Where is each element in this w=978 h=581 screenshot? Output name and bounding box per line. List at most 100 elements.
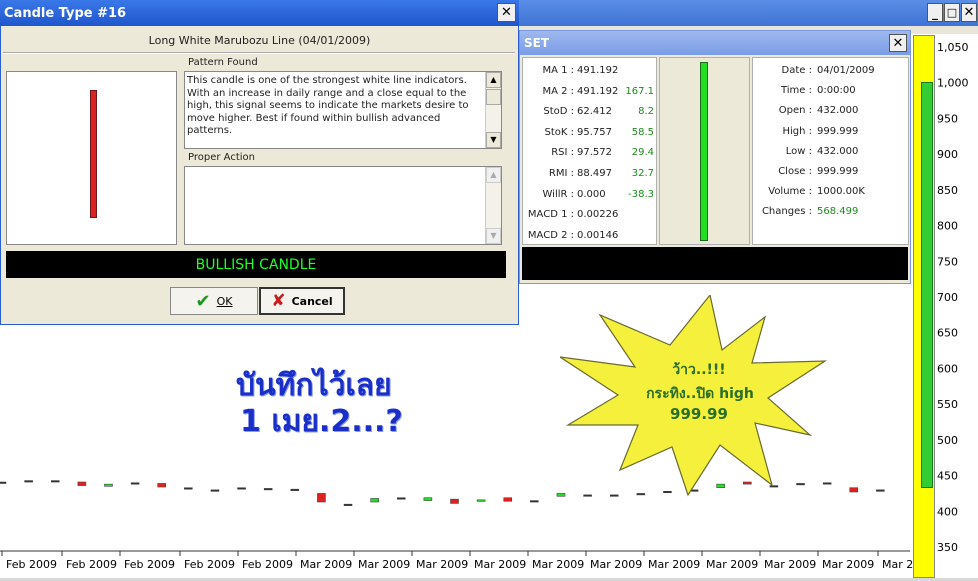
y-tick-label: 750 [937,255,958,268]
candle [157,483,167,488]
quote-label: Low : [785,145,812,157]
pattern-text: This candle is one of the strongest whit… [187,75,469,136]
x-mark-icon: ✘ [271,291,286,311]
indicator-value: 97.572 [577,147,612,159]
quote-value: 04/01/2009 [817,65,875,76]
candle [476,499,486,502]
proper-action-scrollbar[interactable]: ▲ ▼ [485,167,501,244]
indicator-label: StoK : [544,126,575,138]
candle [130,482,140,485]
signal-text: BULLISH CANDLE [195,256,317,273]
indicator-label: StoD : [543,106,574,118]
candle [450,498,459,504]
indicator-label: MA 2 : [542,85,574,97]
quote-value: 999.999 [817,166,859,177]
dialog-title-bar: Candle Type #16 [0,0,519,26]
x-axis-labels: Feb 2009 Feb 2009 Feb 2009 Feb 2009 Feb 2009… [1,551,934,571]
indicator-value: 0.00226 [577,209,619,221]
dialog-separator [3,52,515,54]
y-tick-label: 1,000 [937,77,969,90]
quote-value: 432.000 [817,145,859,157]
quote-value: 999.999 [817,125,859,137]
x-tick-label: Mar 2009 [590,558,642,571]
x-tick-label: Mar 2009 [474,558,526,571]
quote-label: High : [782,125,812,137]
pattern-found-label: Pattern Found [188,57,258,68]
y-tick-label: 700 [937,291,958,304]
scroll-up-arrow[interactable]: ▲ [486,72,501,88]
y-tick-label: 400 [937,505,958,518]
x-tick-label: Mar 2009 [764,558,816,571]
candle [263,488,273,491]
scroll-up-arrow-2[interactable]: ▲ [486,167,501,183]
indicator-change: 8.2 [638,106,654,118]
set-panel-title-bar: SET [520,31,910,55]
scroll-down-arrow[interactable]: ▼ [486,132,501,148]
starburst-line2: กระทิง..ปิด high [646,386,754,402]
quote-value: 432.000 [817,105,859,117]
quote-label: Close : [778,166,812,177]
signal-bar: BULLISH CANDLE [6,251,506,278]
indicator-value: 95.757 [577,126,612,138]
candle [24,480,33,483]
candle [104,483,113,487]
indicator-value: 0.00146 [577,229,619,241]
quote-list: Date : 04/01/2009 Time : 0:00:00 Open : 432.0… [752,58,909,244]
candle [184,487,193,490]
indicator-label: MACD 2 : [527,229,574,241]
checkmark-icon: ✔ [195,290,211,312]
dialog-subtitle: Long White Marubozu Line (04/01/2009) [148,34,371,47]
x-tick-label: Feb 2009 [124,558,175,571]
x-tick-label: Feb 2009 [66,558,117,571]
candle [423,497,433,501]
x-tick-label: Mar 2009 [706,558,758,571]
indicator-value: 0.000 [577,188,606,200]
quote-label: Changes : [761,206,812,218]
candle [397,497,406,500]
candle [849,487,859,493]
indicator-value: 491.192 [577,85,619,97]
indicator-label: MA 1 : [542,65,574,76]
scroll-down-arrow-2[interactable]: ▼ [486,228,501,244]
indicator-change: 167.1 [625,85,654,97]
candle [370,498,379,503]
candle-preview-bar [700,62,708,241]
x-tick-label: Feb 2009 [184,558,235,571]
y-tick-label: 600 [937,362,958,375]
x-tick-label: Feb 2009 [6,558,57,571]
proper-action-label: Proper Action [188,152,255,163]
starburst-line1: ว้าว..!!! [672,362,726,378]
dialog-close-button[interactable]: ✕ [497,3,516,22]
quote-label: Volume : [768,186,812,198]
set-panel-close-button[interactable]: ✕ [889,34,907,52]
scroll-thumb[interactable] [486,89,501,105]
cancel-button[interactable]: ✘ Cancel [259,287,345,315]
y-tick-label: 350 [937,541,958,554]
quote-value: 1000.00K [817,186,865,198]
indicator-change: 29.4 [631,147,654,159]
candle [0,481,7,484]
candle [530,500,539,503]
y-tick-label: 1,050 [937,41,969,54]
y-tick-label: 550 [937,398,958,411]
quote-value: 0:00:00 [817,85,856,97]
pattern-scrollbar[interactable]: ▲ ▼ [485,72,501,148]
cancel-button-label: Cancel [291,294,333,308]
y-tick-label: 900 [937,148,958,161]
x-tick-label: Mar 2009 [822,558,874,571]
y-tick-label: 950 [937,112,958,125]
dialog-title: Candle Type #16 [4,5,127,21]
y-tick-label: 850 [937,184,958,197]
candle [50,480,60,483]
candle [317,493,326,503]
ok-button[interactable]: ✔ OK [170,287,258,315]
last-candle-highlight [921,82,933,488]
y-tick-label: 650 [937,327,958,340]
pattern-text-box[interactable]: This candle is one of the strongest whit… [184,71,502,149]
x-tick-label: Mar 2009 [416,558,468,571]
proper-action-box[interactable] [184,166,502,245]
x-tick-label: Mar 2009 [300,558,352,571]
candle [210,489,220,492]
candle [290,488,300,491]
y-tick-label: 800 [937,220,958,233]
